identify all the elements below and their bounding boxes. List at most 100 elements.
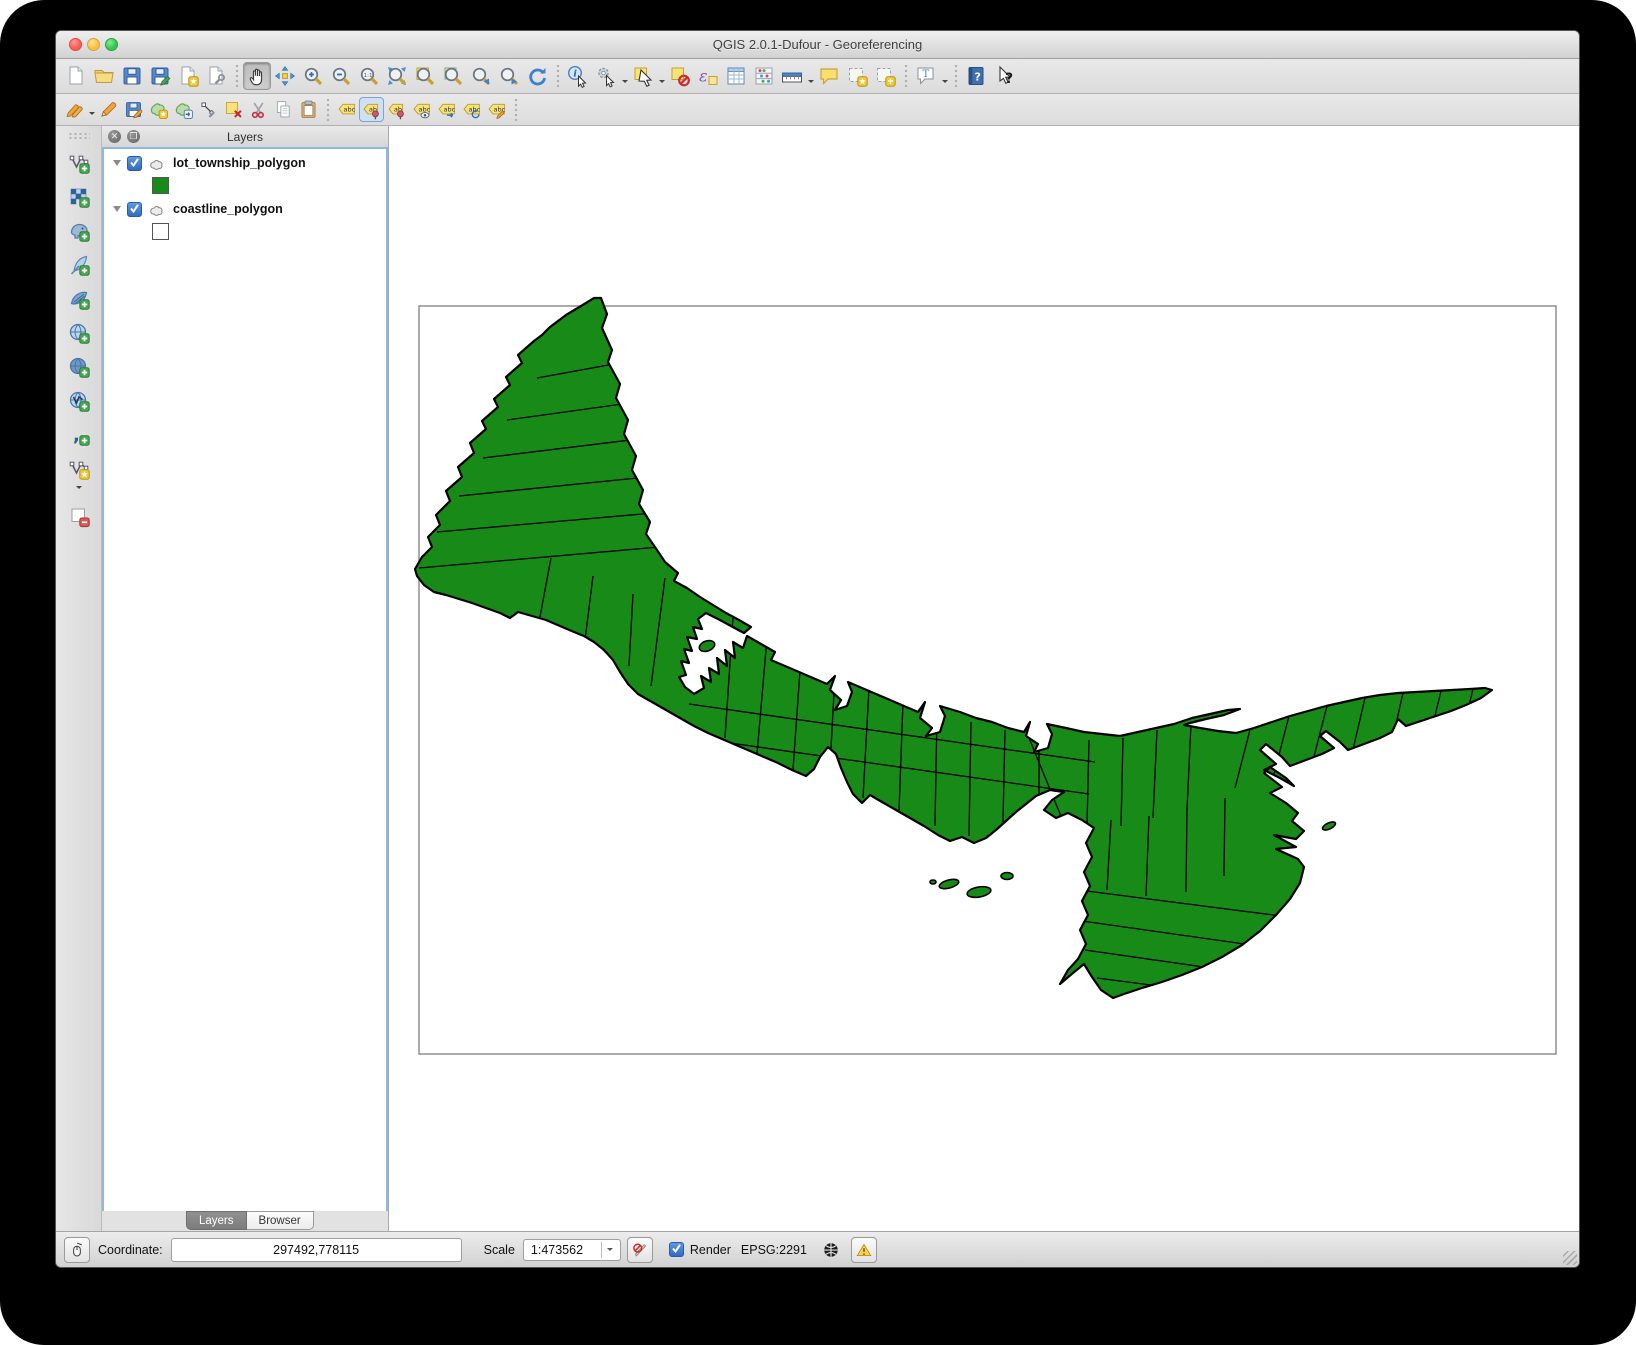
- add-wfs-layer-button[interactable]: [65, 387, 93, 415]
- node-tool-button[interactable]: [196, 97, 221, 122]
- delete-selected-button[interactable]: [221, 97, 246, 122]
- cut-features-button[interactable]: [246, 97, 271, 122]
- chevron-down-icon[interactable]: [657, 59, 666, 93]
- tab-browser[interactable]: Browser: [247, 1211, 314, 1230]
- rotate-label-button[interactable]: abc: [459, 97, 484, 122]
- open-attribute-table-button[interactable]: [722, 62, 750, 90]
- toolbar-drag-handle[interactable]: [68, 132, 90, 140]
- copy-features-button[interactable]: [271, 97, 296, 122]
- copy-icon: [273, 99, 294, 120]
- new-composer-button[interactable]: [174, 62, 202, 90]
- layer-checkbox[interactable]: [127, 156, 142, 171]
- pan-map-button[interactable]: [243, 62, 271, 90]
- add-feature-button[interactable]: [146, 97, 171, 122]
- add-mssql-layer-button[interactable]: [65, 285, 93, 313]
- add-wcs-icon: [67, 355, 91, 379]
- save-project-button[interactable]: [118, 62, 146, 90]
- coordinate-input[interactable]: [171, 1238, 462, 1262]
- measure-button[interactable]: [778, 62, 806, 90]
- layer-item-coastline-polygon[interactable]: coastline_polygon: [104, 199, 386, 219]
- small-island: [1321, 820, 1336, 831]
- layer-swatch-white: [152, 223, 169, 240]
- zoom-next-button[interactable]: [495, 62, 523, 90]
- zoom-in-button[interactable]: [299, 62, 327, 90]
- crs-globe-icon[interactable]: [819, 1238, 843, 1262]
- chevron-down-icon[interactable]: [87, 94, 96, 125]
- select-by-expression-button[interactable]: ε: [694, 62, 722, 90]
- tab-layers[interactable]: Layers: [186, 1211, 247, 1230]
- labeling-options-button[interactable]: abc: [334, 97, 359, 122]
- zoom-last-button[interactable]: [467, 62, 495, 90]
- composer-manager-button[interactable]: [202, 62, 230, 90]
- resize-grip[interactable]: [1563, 1251, 1577, 1265]
- layer-item-lot-township-polygon[interactable]: lot_township_polygon: [104, 153, 386, 173]
- move-feature-button[interactable]: [171, 97, 196, 122]
- save-project-as-button[interactable]: [146, 62, 174, 90]
- toolbar-separator: [902, 65, 909, 87]
- show-bookmarks-button[interactable]: [871, 62, 899, 90]
- add-wcs-layer-button[interactable]: [65, 353, 93, 381]
- layer-symbology-row[interactable]: [104, 175, 386, 195]
- new-shapefile-layer-button[interactable]: [65, 455, 93, 483]
- pin-labels-button[interactable]: ab: [359, 97, 384, 122]
- messages-warning-icon[interactable]: [851, 1237, 877, 1263]
- chevron-down-icon[interactable]: [806, 59, 815, 93]
- add-postgis-layer-button[interactable]: [65, 217, 93, 245]
- chevron-down-icon[interactable]: [74, 486, 83, 499]
- layer-name: lot_township_polygon: [173, 156, 306, 170]
- scale-value: 1:473562: [524, 1243, 601, 1257]
- toggle-editing-button[interactable]: [96, 97, 121, 122]
- add-wms-layer-button[interactable]: [65, 319, 93, 347]
- text-annotation-button[interactable]: T: [912, 62, 940, 90]
- deselect-features-button[interactable]: [666, 62, 694, 90]
- add-delimited-text-button[interactable]: ,: [65, 421, 93, 449]
- minimize-window-button[interactable]: [87, 38, 100, 51]
- zoom-to-layer-button[interactable]: [439, 62, 467, 90]
- coordinate-toggle-icon[interactable]: [64, 1237, 90, 1263]
- current-edits-button[interactable]: [62, 97, 87, 122]
- zoom-out-button[interactable]: [327, 62, 355, 90]
- paste-features-button[interactable]: [296, 97, 321, 122]
- render-toggle[interactable]: Render: [669, 1242, 731, 1257]
- whats-this-button[interactable]: ?: [990, 62, 1018, 90]
- new-project-button[interactable]: [62, 62, 90, 90]
- add-vector-layer-button[interactable]: [65, 149, 93, 177]
- identify-features-button[interactable]: i: [564, 62, 592, 90]
- expander-icon[interactable]: [113, 206, 121, 216]
- chevron-down-icon[interactable]: [620, 59, 629, 93]
- expander-icon[interactable]: [113, 160, 121, 170]
- field-calculator-button[interactable]: [750, 62, 778, 90]
- zoom-full-button[interactable]: [383, 62, 411, 90]
- chevron-down-icon[interactable]: [601, 1242, 619, 1258]
- polygon-layer-icon: [149, 156, 167, 170]
- zoom-to-selection-button[interactable]: [411, 62, 439, 90]
- chevron-down-icon[interactable]: [940, 59, 949, 93]
- map-tips-button[interactable]: [815, 62, 843, 90]
- folder-icon: [92, 64, 116, 88]
- refresh-map-button[interactable]: [523, 62, 551, 90]
- open-project-button[interactable]: [90, 62, 118, 90]
- show-pinned-labels-button[interactable]: ab: [384, 97, 409, 122]
- show-hide-labels-button[interactable]: abc: [409, 97, 434, 122]
- zoom-window-button[interactable]: [105, 38, 118, 51]
- remove-layer-button[interactable]: [65, 502, 93, 530]
- save-layer-edits-button[interactable]: [121, 97, 146, 122]
- stop-rendering-icon[interactable]: [627, 1237, 653, 1263]
- zoom-native-button[interactable]: 1:1: [355, 62, 383, 90]
- close-window-button[interactable]: [69, 38, 82, 51]
- layer-symbology-row[interactable]: [104, 221, 386, 241]
- change-label-button[interactable]: abc: [484, 97, 509, 122]
- scale-combobox[interactable]: 1:473562: [523, 1239, 621, 1261]
- run-feature-action-button[interactable]: [592, 62, 620, 90]
- render-checkbox[interactable]: [669, 1242, 684, 1257]
- move-label-button[interactable]: abc: [434, 97, 459, 122]
- select-features-button[interactable]: [629, 62, 657, 90]
- add-spatialite-layer-button[interactable]: [65, 251, 93, 279]
- new-bookmark-button[interactable]: [843, 62, 871, 90]
- add-raster-layer-button[interactable]: [65, 183, 93, 211]
- map-canvas[interactable]: [389, 126, 1579, 1231]
- layers-panel-header: ✕ ❐ Layers: [102, 126, 388, 147]
- pan-to-selection-button[interactable]: [271, 62, 299, 90]
- layer-checkbox[interactable]: [127, 202, 142, 217]
- help-contents-button[interactable]: ?: [962, 62, 990, 90]
